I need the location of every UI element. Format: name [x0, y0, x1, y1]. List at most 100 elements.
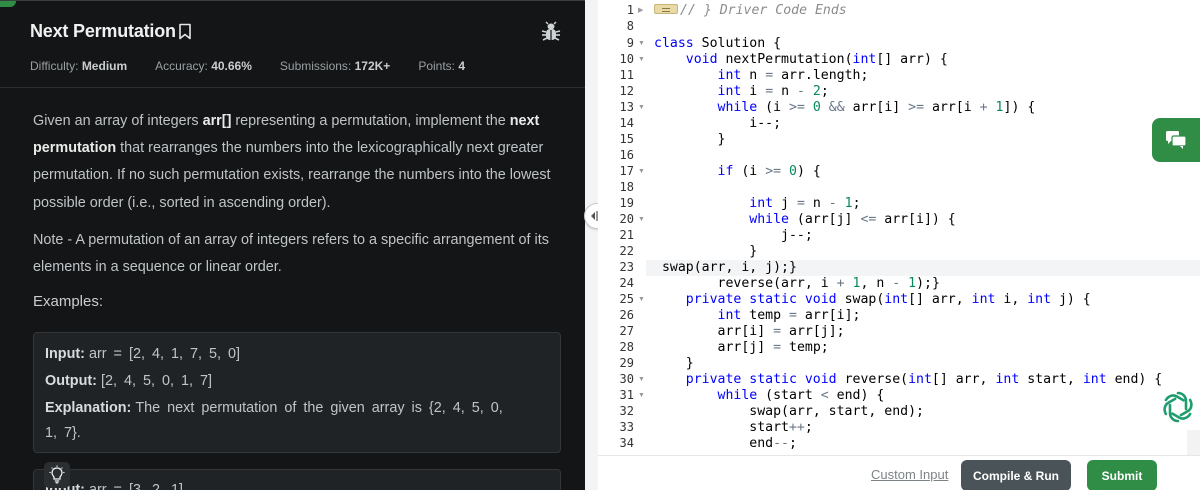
code-line[interactable]: private static void swap(int[] arr, int …	[654, 292, 1091, 308]
points-value: 4	[458, 59, 466, 73]
code-operator: =	[765, 84, 774, 99]
code-line[interactable]: private static void reverse(int[] arr, i…	[654, 372, 1162, 388]
code-text: i,	[995, 292, 1028, 307]
code-keyword: int	[717, 68, 742, 83]
custom-input-link[interactable]: Custom Input	[871, 467, 948, 482]
code-operator: <=	[860, 212, 877, 227]
code-text: ]) {	[1003, 100, 1036, 115]
code-operator: =	[773, 340, 782, 355]
code-text: start	[749, 420, 789, 435]
hint-button[interactable]	[44, 462, 70, 488]
code-line[interactable]: // } Driver Code Ends	[654, 3, 847, 19]
code-line[interactable]: i--;	[654, 116, 781, 132]
code-line[interactable]: while (i >= 0 && arr[i] >= arr[i + 1]) {	[654, 100, 1036, 116]
panel-splitter[interactable]	[585, 0, 598, 490]
code-line[interactable]: }	[654, 244, 757, 260]
code-text: i	[741, 84, 766, 99]
chat-icon	[1166, 131, 1187, 149]
code-line[interactable]: arr[i] = arr[j];	[654, 324, 845, 340]
code-text: arr.length;	[773, 68, 869, 83]
code-line[interactable]: while (arr[j] <= arr[i]) {	[654, 212, 955, 228]
bookmark-icon[interactable]	[178, 23, 192, 40]
fold-arrow-icon[interactable]: ▼	[638, 164, 645, 180]
code-line[interactable]: reverse(arr, i + 1, n - 1);}	[654, 276, 940, 292]
code-text: reverse(	[836, 372, 909, 387]
chat-button[interactable]	[1152, 118, 1200, 162]
code-text: (i	[733, 164, 766, 179]
code-text: end	[749, 436, 774, 451]
fold-arrow-icon[interactable]: ▼	[638, 372, 645, 388]
code-keyword: void	[685, 52, 718, 67]
code-line[interactable]: start++;	[654, 420, 813, 436]
fold-arrow-icon[interactable]: ▶	[638, 3, 643, 19]
problem-note: Note - A permutation of an array of inte…	[33, 232, 549, 276]
code-line[interactable]: int i = n - 2;	[654, 84, 829, 100]
code-text: }	[717, 132, 726, 147]
examples-heading: Examples:	[33, 293, 104, 310]
code-editor[interactable]: 1 8 9 10 11 12 13 14 15 16 17 18 19 20 2…	[598, 0, 1200, 490]
code-text: [] arr) {	[876, 52, 948, 67]
code-operator: =	[789, 308, 797, 323]
code-operator: +	[836, 276, 845, 291]
code-keyword: if	[717, 164, 734, 179]
output-label: Output:	[45, 373, 97, 389]
fold-arrow-icon[interactable]: ▼	[638, 100, 645, 116]
submit-button[interactable]: Submit	[1087, 460, 1157, 490]
ai-assistant-icon[interactable]	[1160, 389, 1196, 425]
code-keyword: while	[717, 100, 758, 115]
line-number: 15	[619, 132, 634, 146]
code-comment: // } Driver Code Ends	[680, 3, 847, 18]
code-text: swap(arr, i, j);}	[661, 260, 797, 275]
code-number: 2	[812, 84, 821, 99]
code-line[interactable]: }	[654, 132, 726, 148]
code-line[interactable]: swap(arr, i, j);}	[654, 260, 797, 276]
code-line[interactable]: if (i >= 0) {	[654, 164, 821, 180]
code-operator: =	[773, 324, 782, 339]
code-line[interactable]: int j = n - 1;	[654, 196, 860, 212]
fold-arrow-icon[interactable]: ▼	[638, 388, 645, 404]
fold-arrow-icon[interactable]: ▼	[638, 36, 645, 52]
code-keyword: private static void	[685, 292, 837, 307]
code-text: arr[i]	[844, 100, 909, 115]
bug-icon[interactable]	[541, 21, 561, 43]
code-text: j) {	[1051, 292, 1091, 307]
submissions-label: Submissions:	[279, 59, 352, 73]
code-keyword: int	[995, 372, 1020, 387]
fold-arrow-icon[interactable]: ▼	[638, 292, 645, 308]
code-keyword: int	[1082, 372, 1107, 387]
code-text: }	[749, 244, 758, 259]
code-line[interactable]: swap(arr, start, end);	[654, 404, 924, 420]
line-number: 20	[619, 212, 634, 226]
code-text: n	[773, 84, 797, 99]
problem-meta: Difficulty: Medium Accuracy: 40.66% Subm…	[30, 59, 493, 73]
code-keyword: int	[717, 308, 742, 323]
code-line[interactable]: int temp = arr[i];	[654, 308, 861, 324]
line-number: 23	[619, 260, 634, 274]
points-meta: Points: 4	[418, 59, 465, 73]
fold-arrow-icon[interactable]: ▼	[638, 52, 645, 68]
code-line[interactable]: class Solution {	[654, 36, 781, 52]
code-line[interactable]: j--;	[654, 228, 813, 244]
explanation-label: Explanation:	[45, 400, 132, 416]
panel-corner-tab	[0, 1, 16, 7]
editor-scrollbar[interactable]	[1187, 430, 1200, 455]
code-text: start,	[1019, 372, 1083, 387]
code-line[interactable]: int n = arr.length;	[654, 68, 869, 84]
code-line[interactable]: void nextPermutation(int[] arr) {	[654, 52, 948, 68]
code-text: );}	[916, 276, 940, 291]
explanation-value-cont: 1, 7}.	[45, 425, 81, 441]
code-line[interactable]: }	[654, 356, 694, 372]
submissions-value: 172K+	[354, 59, 391, 73]
compile-run-button[interactable]: Compile & Run	[961, 460, 1071, 490]
line-number: 9	[626, 36, 634, 50]
code-text: , n	[860, 276, 893, 291]
line-number: 18	[619, 180, 634, 194]
line-number: 34	[619, 436, 634, 450]
code-line[interactable]: arr[j] = temp;	[654, 340, 829, 356]
folded-code-icon[interactable]	[654, 4, 678, 14]
code-line[interactable]: end--;	[654, 436, 797, 452]
fold-arrow-icon[interactable]: ▼	[638, 212, 645, 228]
code-line[interactable]: while (start < end) {	[654, 388, 885, 404]
line-number: 28	[619, 340, 634, 354]
example-explanation: Explanation: The next permutation of the…	[45, 400, 503, 416]
